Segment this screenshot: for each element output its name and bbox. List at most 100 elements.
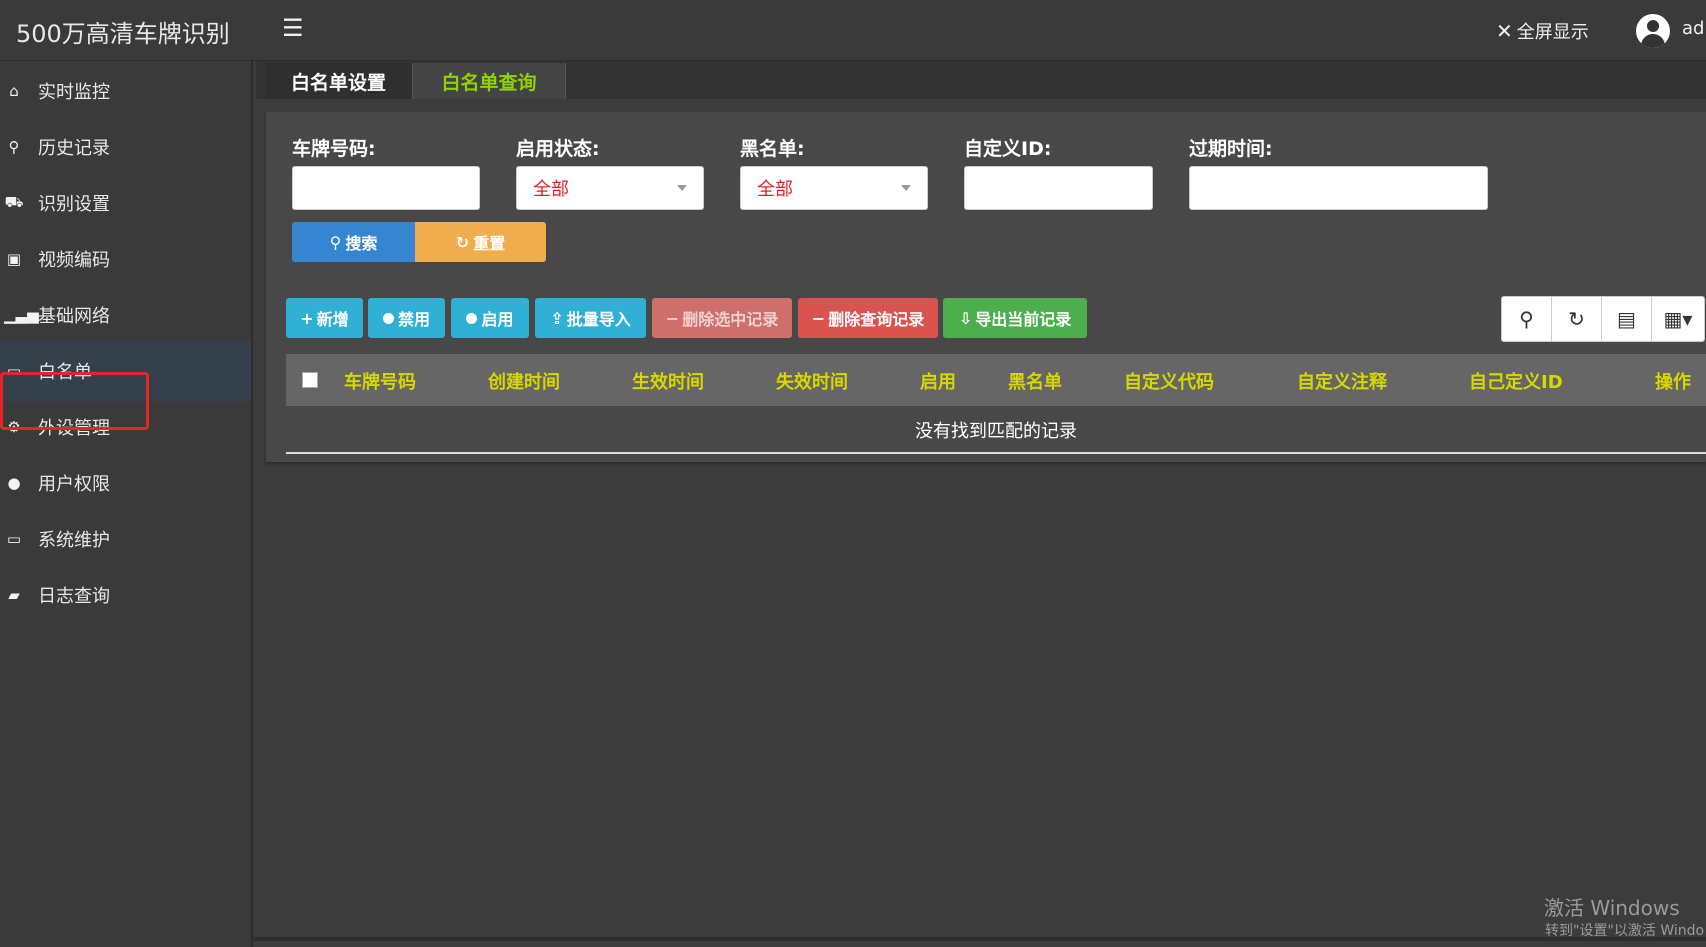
columns-icon[interactable]: ▦▾ bbox=[1652, 297, 1704, 341]
plus-icon: + bbox=[300, 308, 314, 328]
column-header[interactable]: 启用 bbox=[920, 368, 956, 394]
tab-whitelist-settings[interactable]: 白名单设置 bbox=[265, 63, 412, 99]
sidebar-item-maintenance[interactable]: ▭ 系统维护 bbox=[0, 509, 251, 569]
signal-icon: ▁▃▅ bbox=[4, 306, 39, 324]
minus-icon: − bbox=[811, 308, 826, 328]
home-icon: ⌂ bbox=[9, 82, 19, 100]
expire-time-label: 过期时间: bbox=[1189, 138, 1273, 160]
video-file-icon: ▣ bbox=[6, 250, 22, 268]
tab-bar: 白名单设置 白名单查询 bbox=[256, 61, 1706, 99]
windows-activation-hint: 转到"设置"以激活 Windo bbox=[1545, 923, 1705, 939]
sidebar-item-label: 基础网络 bbox=[38, 306, 110, 327]
windows-activation-watermark: 激活 Windows bbox=[1544, 896, 1680, 920]
upload-icon: ⇪ bbox=[550, 308, 564, 328]
username[interactable]: adı bbox=[1682, 18, 1706, 39]
column-header[interactable]: 自己定义ID bbox=[1469, 368, 1563, 394]
delete-selected-button[interactable]: − 删除选中记录 bbox=[652, 298, 792, 338]
export-button[interactable]: ⇩ 导出当前记录 bbox=[943, 298, 1087, 338]
avatar[interactable] bbox=[1636, 14, 1670, 48]
tab-whitelist-query[interactable]: 白名单查询 bbox=[412, 63, 566, 99]
column-header[interactable]: 失效时间 bbox=[776, 368, 848, 394]
expire-time-input[interactable] bbox=[1189, 166, 1488, 210]
refresh-icon: ↻ bbox=[455, 232, 470, 252]
batch-import-button[interactable]: ⇪ 批量导入 bbox=[535, 298, 646, 338]
download-icon: ⇩ bbox=[958, 308, 973, 328]
sidebar-item-label: 日志查询 bbox=[38, 586, 110, 607]
column-header[interactable]: 黑名单 bbox=[1008, 368, 1062, 394]
sidebar-item-label: 实时监控 bbox=[38, 82, 110, 103]
table-header: 车牌号码 创建时间 生效时间 失效时间 启用 黑名单 自定义代码 自定义注释 自… bbox=[286, 354, 1706, 406]
sidebar-item-network[interactable]: ▁▃▅ 基础网络 bbox=[0, 285, 251, 345]
add-button-label: 新增 bbox=[316, 310, 349, 329]
sidebar-item-label: 视频编码 bbox=[38, 250, 110, 271]
enable-status-value: 全部 bbox=[533, 179, 569, 200]
app-title: 500万高清车牌识别 bbox=[16, 20, 230, 48]
column-header[interactable]: 生效时间 bbox=[632, 368, 704, 394]
custom-id-label: 自定义ID: bbox=[964, 138, 1052, 160]
select-all-checkbox[interactable] bbox=[302, 372, 318, 388]
column-header[interactable]: 自定义注释 bbox=[1297, 368, 1387, 394]
top-bar: 500万高清车牌识别 ☰ ✕ 全屏显示 adı bbox=[0, 0, 1706, 61]
highlight-box bbox=[0, 372, 149, 430]
search-icon: ⚲ bbox=[8, 138, 20, 156]
refresh-icon[interactable]: ↻ bbox=[1552, 297, 1602, 341]
menu-toggle-icon[interactable]: ☰ bbox=[282, 14, 304, 42]
column-header[interactable]: 创建时间 bbox=[488, 368, 560, 394]
monitor-icon: ▭ bbox=[6, 530, 22, 548]
sidebar-item-label: 历史记录 bbox=[38, 138, 110, 159]
empty-table-message: 没有找到匹配的记录 bbox=[286, 408, 1706, 454]
query-panel: 车牌号码: 启用状态: 全部 黑名单: 全部 自定义ID: 过期时间: ⚲ 搜索… bbox=[266, 112, 1706, 462]
bottom-divider bbox=[254, 937, 1706, 941]
book-icon: ▰ bbox=[8, 586, 20, 604]
circle-icon bbox=[382, 312, 394, 324]
list-icon[interactable]: ▤ bbox=[1602, 297, 1652, 341]
enable-button-label: 启用 bbox=[481, 310, 514, 329]
table-tools: ⚲ ↻ ▤ ▦▾ bbox=[1501, 296, 1705, 342]
disable-button[interactable]: 禁用 bbox=[368, 298, 445, 338]
minus-icon: − bbox=[665, 308, 680, 328]
caret-down-icon bbox=[677, 185, 687, 191]
batch-import-label: 批量导入 bbox=[566, 310, 631, 329]
sidebar: ⌂ 实时监控 ⚲ 历史记录 ⛟ 识别设置 ▣ 视频编码 ▁▃▅ 基础网络 ▭ 白… bbox=[0, 61, 253, 947]
delete-selected-label: 删除选中记录 bbox=[682, 310, 779, 329]
export-button-label: 导出当前记录 bbox=[975, 310, 1072, 329]
fullscreen-button[interactable]: ✕ 全屏显示 bbox=[1496, 18, 1589, 44]
search-button[interactable]: ⚲ 搜索 bbox=[292, 222, 415, 262]
sidebar-item-label: 识别设置 bbox=[38, 194, 110, 215]
disable-button-label: 禁用 bbox=[397, 310, 430, 329]
blacklist-label: 黑名单: bbox=[740, 138, 805, 160]
sidebar-item-history[interactable]: ⚲ 历史记录 bbox=[0, 117, 251, 177]
expand-icon: ✕ bbox=[1496, 19, 1513, 43]
sidebar-item-label: 用户权限 bbox=[38, 474, 110, 495]
column-header[interactable]: 操作 bbox=[1655, 368, 1691, 394]
reset-button[interactable]: ↻ 重置 bbox=[415, 222, 546, 262]
enable-status-label: 启用状态: bbox=[516, 138, 600, 160]
enable-button[interactable]: 启用 bbox=[451, 298, 529, 338]
car-icon: ⛟ bbox=[4, 193, 24, 211]
sidebar-item-label: 系统维护 bbox=[38, 530, 110, 551]
add-button[interactable]: + 新增 bbox=[286, 298, 363, 338]
search-icon[interactable]: ⚲ bbox=[1502, 297, 1552, 341]
plate-label: 车牌号码: bbox=[292, 138, 376, 160]
circle-icon bbox=[466, 312, 478, 324]
fullscreen-label: 全屏显示 bbox=[1516, 22, 1589, 43]
custom-id-input[interactable] bbox=[964, 166, 1153, 210]
column-header[interactable]: 自定义代码 bbox=[1124, 368, 1214, 394]
search-icon: ⚲ bbox=[329, 232, 342, 252]
sidebar-item-video[interactable]: ▣ 视频编码 bbox=[0, 229, 251, 289]
sidebar-item-users[interactable]: ● 用户权限 bbox=[0, 453, 251, 513]
caret-down-icon bbox=[901, 185, 911, 191]
blacklist-value: 全部 bbox=[757, 179, 793, 200]
delete-query-label: 删除查询记录 bbox=[828, 310, 925, 329]
user-icon: ● bbox=[7, 474, 21, 492]
sidebar-item-recognition[interactable]: ⛟ 识别设置 bbox=[0, 173, 251, 233]
sidebar-item-realtime[interactable]: ⌂ 实时监控 bbox=[0, 61, 251, 121]
enable-status-select[interactable]: 全部 bbox=[516, 166, 704, 210]
column-header[interactable]: 车牌号码 bbox=[344, 368, 416, 394]
plate-input[interactable] bbox=[292, 166, 480, 210]
blacklist-select[interactable]: 全部 bbox=[740, 166, 928, 210]
sidebar-item-logs[interactable]: ▰ 日志查询 bbox=[0, 565, 251, 625]
delete-query-button[interactable]: − 删除查询记录 bbox=[798, 298, 938, 338]
search-button-label: 搜索 bbox=[345, 234, 378, 253]
reset-button-label: 重置 bbox=[473, 234, 506, 253]
